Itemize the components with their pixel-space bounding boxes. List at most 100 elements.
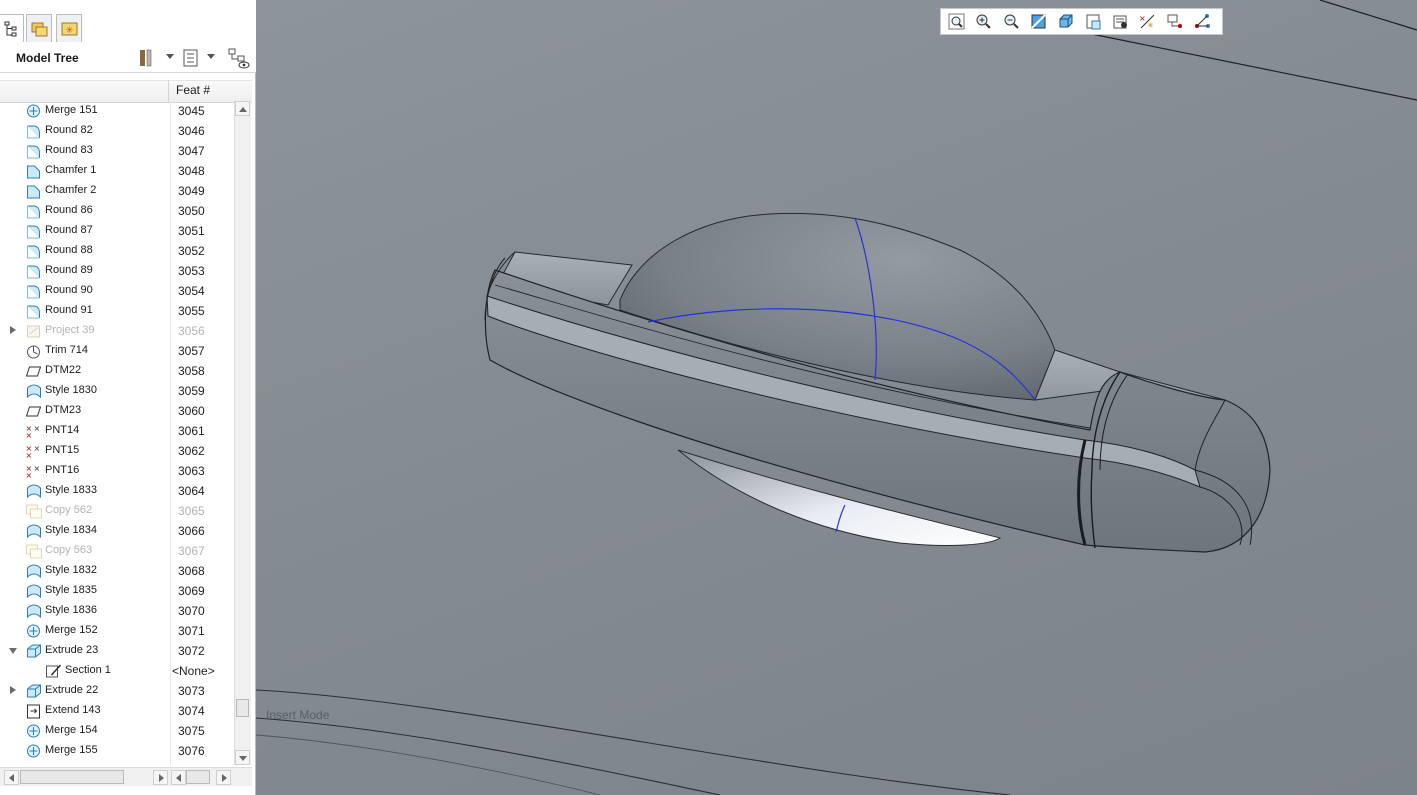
tree-item-feat-number: 3059 <box>178 384 205 398</box>
tree-item[interactable]: Merge 155 3076 <box>0 741 234 761</box>
tree-item[interactable]: Project 39 3056 <box>0 321 234 341</box>
scroll-right-button[interactable] <box>153 770 168 785</box>
horizontal-scroll-thumb-name[interactable] <box>20 770 124 784</box>
repaint-button[interactable] <box>1027 10 1051 33</box>
tree-item[interactable]: Merge 152 3071 <box>0 621 234 641</box>
spin-center-button[interactable] <box>1163 10 1187 33</box>
scroll-left-button-2[interactable] <box>171 770 186 785</box>
tree-item[interactable]: Round 89 3053 <box>0 261 234 281</box>
annotation-display-icon <box>1194 14 1210 28</box>
saved-views-icon <box>1086 14 1100 30</box>
tree-item-label: Chamfer 2 <box>45 184 97 196</box>
tree-item[interactable]: × × × PNT16 3063 <box>0 461 234 481</box>
tree-item[interactable]: Style 1836 3070 <box>0 601 234 621</box>
column-divider <box>170 101 171 765</box>
scroll-up-button[interactable] <box>235 101 250 116</box>
display-style-button[interactable] <box>1054 10 1078 33</box>
round-icon <box>27 245 40 259</box>
horizontal-scrollbar[interactable] <box>0 767 252 786</box>
tree-item-feat-number: 3054 <box>178 284 205 298</box>
view-manager-button[interactable] <box>1109 10 1133 33</box>
tree-item-label: PNT16 <box>45 464 80 476</box>
tree-item[interactable]: Round 90 3054 <box>0 281 234 301</box>
datum-plane-icon <box>25 406 42 417</box>
zoom-fit-button[interactable] <box>945 10 969 33</box>
tree-item[interactable]: × × × PNT15 3062 <box>0 441 234 461</box>
tree-item[interactable]: Merge 154 3075 <box>0 721 234 741</box>
tree-item[interactable]: Extrude 23 3072 <box>0 641 234 661</box>
svg-text:✳: ✳ <box>1147 21 1154 30</box>
graphics-window[interactable]: × ✳ Insert Mode <box>256 0 1417 795</box>
tree-item[interactable]: Round 82 3046 <box>0 121 234 141</box>
show-dropdown-icon[interactable] <box>207 54 215 59</box>
tree-item[interactable]: Copy 563 3067 <box>0 541 234 561</box>
tree-item-label: Extrude 23 <box>45 644 99 656</box>
round-icon <box>27 225 40 239</box>
settings-dropdown-icon[interactable] <box>166 54 174 59</box>
style-icon <box>27 524 41 539</box>
tree-item[interactable]: Round 91 3055 <box>0 301 234 321</box>
tree-item-label: Section 1 <box>65 664 111 676</box>
tree-item[interactable]: Style 1830 3059 <box>0 381 234 401</box>
tree-item[interactable]: Trim 714 3057 <box>0 341 234 361</box>
annotation-display-button[interactable] <box>1191 10 1215 33</box>
tree-item-label: DTM23 <box>45 404 82 416</box>
expand-arrow-icon[interactable] <box>10 326 16 334</box>
tree-item[interactable]: Round 83 3047 <box>0 141 234 161</box>
tree-item[interactable]: Extend 143 3074 <box>0 701 234 721</box>
tree-item-feat-number: 3066 <box>178 524 205 538</box>
folder-browser-tab[interactable] <box>26 14 52 42</box>
scroll-left-button[interactable] <box>4 770 19 785</box>
chamfer-icon <box>27 165 40 179</box>
tree-item[interactable]: Copy 562 3065 <box>0 501 234 521</box>
collapse-arrow-icon[interactable] <box>9 648 17 654</box>
tree-item-label: Round 87 <box>45 224 93 236</box>
tree-item-feat-number: 3062 <box>178 444 205 458</box>
feat-number-column-label[interactable]: Feat # <box>176 83 210 97</box>
favorites-tab[interactable]: ✳ <box>56 14 82 42</box>
tree-item-feat-number: 3068 <box>178 564 205 578</box>
tree-item[interactable]: Extrude 22 3073 <box>0 681 234 701</box>
merge-icon <box>27 624 40 638</box>
horizontal-scroll-thumb-feat[interactable] <box>186 770 210 784</box>
tree-item[interactable]: Style 1835 3069 <box>0 581 234 601</box>
repaint-icon <box>1031 14 1046 29</box>
datum-display-button[interactable]: × ✳ <box>1136 10 1160 33</box>
door-handle-model[interactable] <box>484 212 1271 553</box>
saved-views-button[interactable] <box>1082 10 1106 33</box>
scroll-right-button-2[interactable] <box>216 770 231 785</box>
tree-item[interactable]: Style 1834 3066 <box>0 521 234 541</box>
tree-filters-icon[interactable] <box>228 48 250 70</box>
tree-item-label: Copy 563 <box>45 544 93 556</box>
model-tree-tab[interactable] <box>0 14 24 42</box>
tree-item[interactable]: Round 87 3051 <box>0 221 234 241</box>
tree-item[interactable]: Style 1833 3064 <box>0 481 234 501</box>
tree-item[interactable]: Section 1 <None> <box>0 661 234 681</box>
expand-arrow-icon[interactable] <box>10 686 16 694</box>
tree-item[interactable]: Chamfer 2 3049 <box>0 181 234 201</box>
tree-item[interactable]: × × × PNT14 3061 <box>0 421 234 441</box>
zoom-in-button[interactable] <box>972 10 996 33</box>
zoom-out-button[interactable] <box>1000 10 1024 33</box>
settings-tools-icon[interactable] <box>138 48 156 68</box>
scroll-down-button[interactable] <box>235 750 250 765</box>
tree-item-feat-number: 3069 <box>178 584 205 598</box>
tree-item[interactable]: DTM22 3058 <box>0 361 234 381</box>
datum-point-icon: × ×× <box>26 464 41 479</box>
tree-item[interactable]: DTM23 3060 <box>0 401 234 421</box>
model-tree-header: Model Tree <box>0 44 256 73</box>
tree-item[interactable]: Merge 151 3045 <box>0 101 234 121</box>
show-menu-icon[interactable] <box>182 48 200 68</box>
svg-text:×: × <box>1139 14 1146 23</box>
column-separator[interactable] <box>168 80 169 102</box>
merge-icon <box>27 104 40 118</box>
model-view[interactable] <box>256 0 1417 795</box>
tree-item[interactable]: Round 88 3052 <box>0 241 234 261</box>
vertical-scroll-thumb[interactable] <box>236 699 249 717</box>
tree-item[interactable]: Style 1832 3068 <box>0 561 234 581</box>
tree-item[interactable]: Chamfer 1 3048 <box>0 161 234 181</box>
extend-icon <box>27 704 40 719</box>
vertical-scrollbar[interactable] <box>234 101 251 765</box>
display-style-icon <box>1059 14 1073 28</box>
tree-item[interactable]: Round 86 3050 <box>0 201 234 221</box>
